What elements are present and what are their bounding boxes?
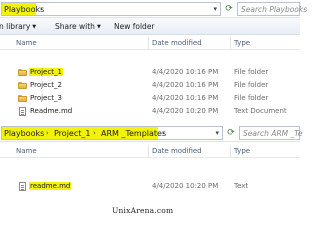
refresh-icon[interactable]: ⟳: [223, 3, 235, 15]
column-header-name[interactable]: Name: [16, 147, 37, 156]
breadcrumb-chevron-icon[interactable]: ›: [40, 4, 43, 15]
file-name: Project_1: [29, 68, 63, 76]
file-type: File folder: [234, 68, 269, 76]
column-divider[interactable]: [230, 37, 231, 49]
column-divider[interactable]: [148, 37, 149, 49]
command-bar: n library ▼ Share with ▼ New folder: [0, 18, 300, 35]
column-header-row: Name Date modified Type: [0, 36, 300, 50]
column-divider[interactable]: [148, 145, 149, 157]
address-bar[interactable]: Playbooks › Project_1 › ARM _Templates ›…: [1, 126, 223, 140]
column-header-date[interactable]: Date modified: [152, 147, 202, 156]
explorer-window-playbooks: Playbooks › ▾ ⟳ Search Playbooks n libra…: [0, 0, 307, 124]
include-in-library-label: n library: [0, 22, 31, 31]
column-header-type[interactable]: Type: [234, 147, 250, 156]
address-dropdown-icon[interactable]: ▾: [215, 128, 219, 139]
text-document-icon: [19, 107, 26, 116]
search-box[interactable]: Search ARM _Te: [239, 126, 303, 140]
file-name: Project_3: [30, 94, 62, 102]
folder-icon: [18, 95, 27, 102]
address-row: Playbooks › Project_1 › ARM _Templates ›…: [0, 124, 303, 142]
breadcrumb-project-1[interactable]: Project_1: [54, 128, 90, 139]
text-document-icon: [19, 182, 26, 191]
file-name: Project_2: [30, 81, 62, 89]
file-date: 4/4/2020 10:20 PM: [152, 182, 219, 190]
breadcrumb-playbooks[interactable]: Playbooks: [4, 128, 44, 139]
breadcrumb-arm-templates[interactable]: ARM _Templates: [101, 128, 166, 139]
column-divider[interactable]: [230, 145, 231, 157]
address-row: Playbooks › ▾ ⟳ Search Playbooks: [0, 0, 307, 18]
address-bar[interactable]: Playbooks › ▾: [1, 2, 221, 16]
breadcrumb-chevron-icon[interactable]: ›: [93, 128, 96, 139]
search-placeholder: Search Playbooks: [241, 5, 308, 14]
file-date: 4/4/2020 10:16 PM: [152, 81, 219, 89]
explorer-window-arm-templates: Playbooks › Project_1 › ARM _Templates ›…: [0, 124, 303, 219]
search-box[interactable]: Search Playbooks: [237, 2, 307, 16]
file-row-project-1[interactable]: Project_1 4/4/2020 10:16 PM File folder: [0, 66, 300, 79]
column-header-date[interactable]: Date modified: [152, 39, 202, 48]
file-type: Text Document: [234, 107, 287, 115]
file-type: File folder: [234, 81, 269, 89]
breadcrumb-chevron-icon[interactable]: ›: [46, 128, 49, 139]
file-name: readme.md: [29, 182, 72, 190]
chevron-down-icon: ▼: [32, 24, 37, 30]
file-row-readme[interactable]: Readme.md 4/4/2020 10:20 PM Text Documen…: [0, 105, 300, 118]
file-type: File folder: [234, 94, 269, 102]
chevron-down-icon: ▼: [96, 24, 101, 30]
breadcrumb-playbooks[interactable]: Playbooks: [4, 4, 44, 15]
column-header-type[interactable]: Type: [234, 39, 250, 48]
column-header-name[interactable]: Name: [16, 39, 37, 48]
file-date: 4/4/2020 10:20 PM: [152, 107, 219, 115]
folder-icon: [18, 69, 27, 76]
file-name: Readme.md: [30, 107, 73, 115]
file-row-readme[interactable]: readme.md 4/4/2020 10:20 PM Text: [0, 180, 300, 193]
watermark: UnixArena.com: [112, 206, 174, 215]
file-type: Text: [234, 182, 249, 190]
file-date: 4/4/2020 10:16 PM: [152, 94, 219, 102]
refresh-icon[interactable]: ⟳: [225, 127, 237, 139]
share-with-menu[interactable]: Share with ▼: [55, 22, 101, 32]
file-row-project-2[interactable]: Project_2 4/4/2020 10:16 PM File folder: [0, 79, 300, 92]
breadcrumb-chevron-icon[interactable]: ›: [162, 128, 165, 139]
file-row-project-3[interactable]: Project_3 4/4/2020 10:16 PM File folder: [0, 92, 300, 105]
address-dropdown-icon[interactable]: ▾: [213, 4, 217, 15]
file-date: 4/4/2020 10:16 PM: [152, 68, 219, 76]
folder-icon: [18, 82, 27, 89]
new-folder-button[interactable]: New folder: [114, 22, 155, 32]
include-in-library-menu[interactable]: n library ▼: [0, 22, 36, 32]
column-header-row: Name Date modified Type: [0, 144, 300, 158]
share-with-label: Share with: [55, 22, 95, 31]
search-placeholder: Search ARM _Te: [243, 129, 303, 138]
